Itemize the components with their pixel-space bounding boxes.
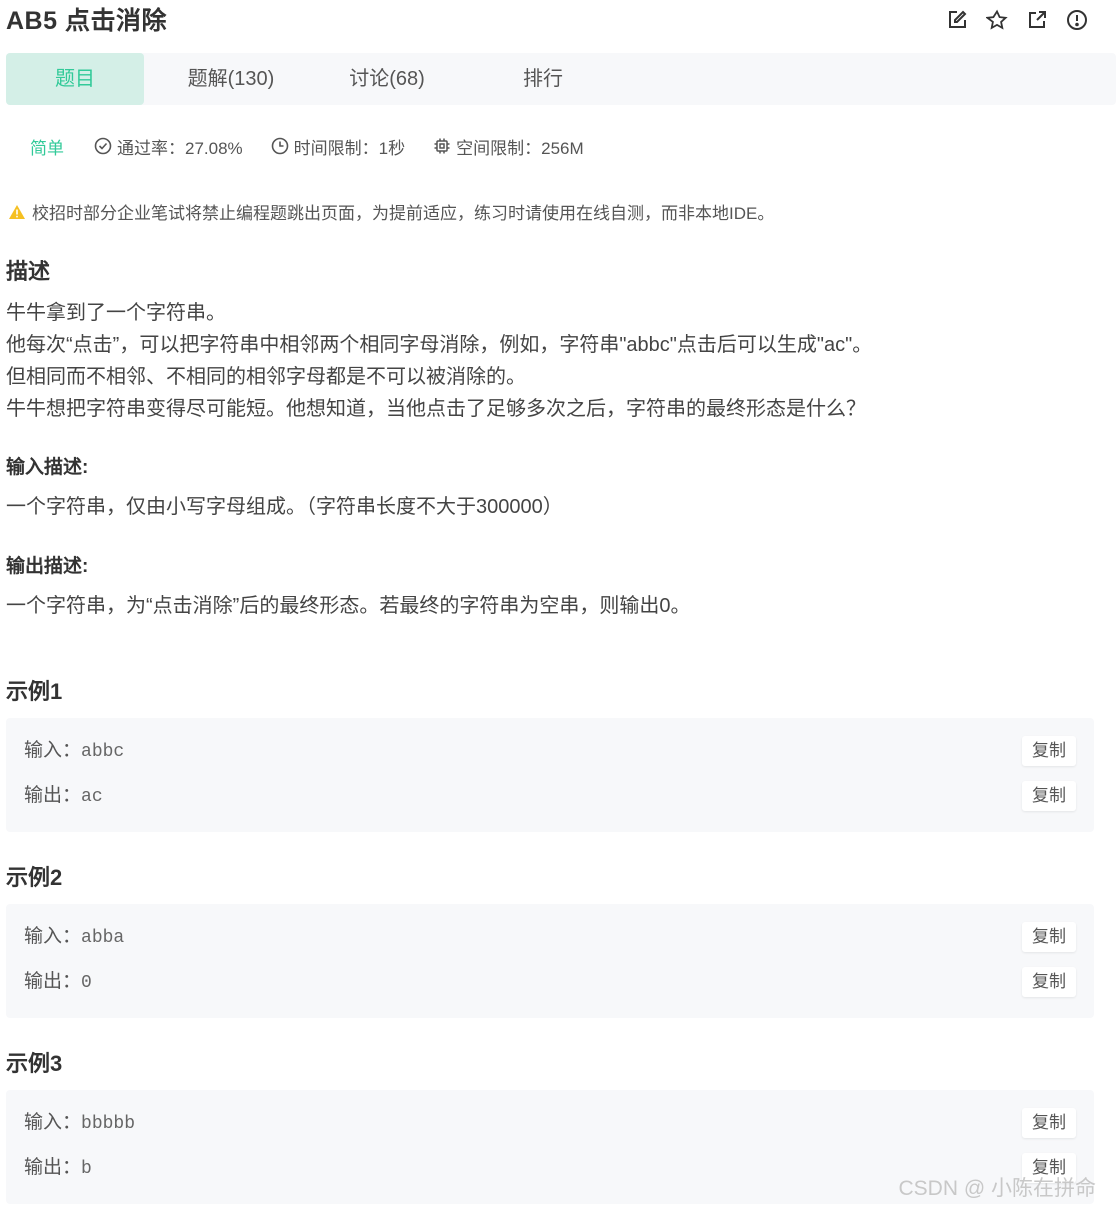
time-limit-text: 时间限制：1秒 xyxy=(293,138,406,158)
input-value: bbbbb xyxy=(81,1114,136,1134)
time-limit: 时间限制：1秒 xyxy=(271,134,405,159)
space-limit: 空间限制：256M xyxy=(433,134,584,159)
tab-discussion[interactable]: 讨论(68) xyxy=(322,53,452,105)
output-label: 输出： xyxy=(24,971,82,992)
output-desc-heading: 输出描述: xyxy=(6,556,89,577)
copy-input-button[interactable]: 复制 xyxy=(1022,736,1076,766)
example-box: 输入：abbc 复制 输出：ac 复制 xyxy=(6,718,1094,832)
example-title: 示例1 xyxy=(6,679,63,704)
output-label: 输出： xyxy=(24,1157,82,1178)
title-toolbar xyxy=(946,9,1088,31)
example-input: 输入：bbbbb xyxy=(24,1108,135,1138)
output-label: 输出： xyxy=(24,785,82,806)
tab-problem[interactable]: 题目 xyxy=(6,53,144,105)
copy-input-button[interactable]: 复制 xyxy=(1022,1108,1076,1138)
copy-input-button[interactable]: 复制 xyxy=(1022,922,1076,952)
example-input: 输入：abbc xyxy=(24,736,124,766)
example-output: 输出：0 xyxy=(24,967,92,997)
example-title: 示例3 xyxy=(6,1051,63,1076)
input-desc-heading: 输入描述: xyxy=(6,457,89,478)
tab-solutions[interactable]: 题解(130) xyxy=(166,53,296,105)
description-line: 牛牛想把字符串变得尽可能短。他想知道，当他点击了足够多次之后，字符串的最终形态是… xyxy=(6,398,866,420)
input-label: 输入： xyxy=(24,926,82,947)
share-icon[interactable] xyxy=(1026,9,1048,31)
space-limit-text: 空间限制：256M xyxy=(456,138,584,158)
input-desc-text: 一个字符串，仅由小写字母组成。（字符串长度不大于300000） xyxy=(6,496,563,518)
pass-rate: 通过率：27.08% xyxy=(94,134,243,159)
chip-icon xyxy=(434,138,450,154)
input-value: abbc xyxy=(81,742,125,762)
pass-rate-text: 通过率：27.08% xyxy=(117,138,243,158)
warning-icon xyxy=(9,204,25,219)
edit-icon[interactable] xyxy=(946,9,968,31)
example-input: 输入：abba xyxy=(24,922,124,952)
input-label: 输入： xyxy=(24,1112,82,1133)
output-value: ac xyxy=(81,787,103,807)
example-title: 示例2 xyxy=(6,865,63,890)
csdn-watermark: CSDN @ 小陈在拼命 xyxy=(898,1177,1097,1200)
example-box: 输入：abba 复制 输出：0 复制 xyxy=(6,904,1094,1018)
exam-notice: 校招时部分企业笔试将禁止编程题跳出页面，为提前适应，练习时请使用在线自测，而非本… xyxy=(8,199,774,224)
difficulty-badge: 简单 xyxy=(30,138,64,158)
description-heading: 描述 xyxy=(6,259,51,284)
output-value: 0 xyxy=(81,973,92,993)
tab-ranking[interactable]: 排行 xyxy=(478,53,608,105)
notice-text: 校招时部分企业笔试将禁止编程题跳出页面，为提前适应，练习时请使用在线自测，而非本… xyxy=(32,204,775,223)
clock-icon xyxy=(271,137,288,155)
problem-meta: 简单 通过率：27.08% 时间限制：1秒 空间限制：256M xyxy=(30,133,612,159)
check-circle-icon xyxy=(94,137,112,155)
input-value: abba xyxy=(81,928,125,948)
star-icon[interactable] xyxy=(986,9,1008,31)
page-title: AB5 点击消除 xyxy=(6,7,167,35)
report-icon[interactable] xyxy=(1066,9,1088,31)
description-line: 但相同而不相邻、不相同的相邻字母都是不可以被消除的。 xyxy=(6,366,526,388)
description-line: 他每次“点击”，可以把字符串中相邻两个相同字母消除，例如，字符串"abbc"点击… xyxy=(6,334,873,356)
tab-bar: 题目 题解(130) 讨论(68) 排行 xyxy=(6,53,1116,105)
description-line: 牛牛拿到了一个字符串。 xyxy=(6,302,226,324)
output-value: b xyxy=(81,1159,92,1179)
input-label: 输入： xyxy=(24,740,82,761)
copy-output-button[interactable]: 复制 xyxy=(1022,781,1076,811)
output-desc-text: 一个字符串，为“点击消除”后的最终形态。若最终的字符串为空串，则输出0。 xyxy=(6,595,691,617)
copy-output-button[interactable]: 复制 xyxy=(1022,967,1076,997)
example-output: 输出：b xyxy=(24,1153,92,1183)
title-bar: AB5 点击消除 xyxy=(6,4,1110,40)
example-output: 输出：ac xyxy=(24,781,103,811)
